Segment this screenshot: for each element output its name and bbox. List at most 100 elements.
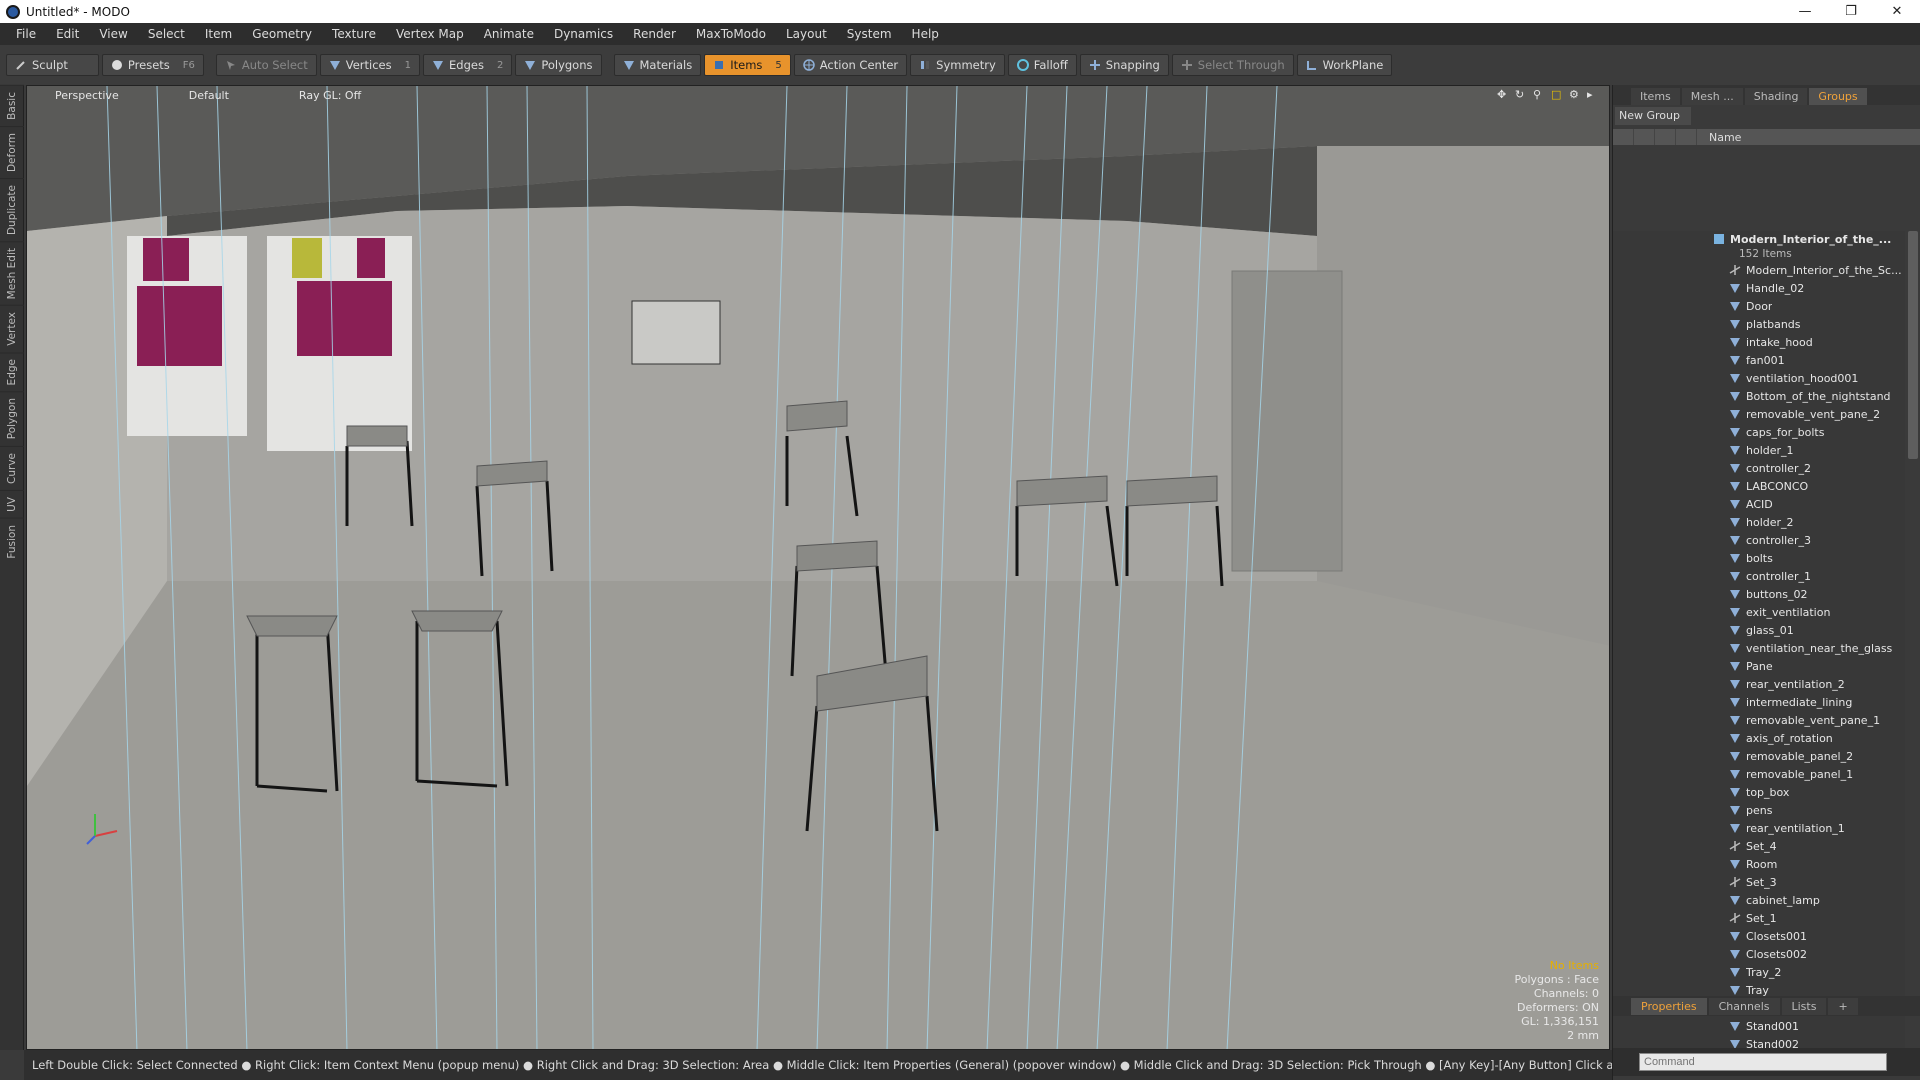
tree-item[interactable]: Set_1 [1613, 909, 1905, 927]
new-group-button[interactable]: New Group [1615, 107, 1691, 125]
menu-view[interactable]: View [89, 27, 137, 41]
tree-item[interactable]: caps_for_bolts [1613, 423, 1905, 441]
menu-maxtomodo[interactable]: MaxToModo [686, 27, 776, 41]
tree-item[interactable]: holder_2 [1613, 513, 1905, 531]
fit-icon[interactable]: □ [1551, 88, 1563, 101]
menu-select[interactable]: Select [138, 27, 195, 41]
3d-viewport[interactable]: Perspective Default Ray GL: Off ✥ ↻ ⚲ □ … [26, 85, 1610, 1050]
tree-item[interactable]: removable_vent_pane_2 [1613, 405, 1905, 423]
tree-item[interactable]: pens [1613, 801, 1905, 819]
tab-vertex[interactable]: Vertex [0, 305, 24, 352]
view-mode-dropdown[interactable]: Perspective [55, 89, 119, 102]
menu-vertex-map[interactable]: Vertex Map [386, 27, 474, 41]
tree-item[interactable]: Stand001 [1613, 1017, 1905, 1035]
tree-item[interactable]: Closets001 [1613, 927, 1905, 945]
tab-mesh[interactable]: Mesh ... [1681, 88, 1743, 105]
tree-item[interactable]: Tray_2 [1613, 963, 1905, 981]
tab-duplicate[interactable]: Duplicate [0, 177, 24, 241]
tree-item[interactable]: buttons_02 [1613, 585, 1905, 603]
action-center-button[interactable]: Action Center [793, 54, 908, 76]
menu-geometry[interactable]: Geometry [242, 27, 322, 41]
render-column-icon[interactable] [1634, 129, 1655, 145]
tree-item[interactable]: axis_of_rotation [1613, 729, 1905, 747]
workplane-button[interactable]: WorkPlane [1296, 54, 1393, 76]
tab-mesh-edit[interactable]: Mesh Edit [0, 240, 24, 306]
tree-item[interactable]: Pane [1613, 657, 1905, 675]
tree-item[interactable]: glass_01 [1613, 621, 1905, 639]
minimize-button[interactable]: — [1782, 0, 1828, 23]
settings-icon[interactable]: ⚙ [1569, 88, 1581, 101]
add-tab-button[interactable]: + [1828, 997, 1858, 1015]
tab-curve[interactable]: Curve [0, 445, 24, 490]
restore-button[interactable]: ❐ [1828, 0, 1874, 23]
tab-properties[interactable]: Properties [1631, 997, 1707, 1015]
auto-select-button[interactable]: Auto Select [215, 54, 317, 76]
tree-item[interactable]: rear_ventilation_1 [1613, 819, 1905, 837]
tree-item[interactable]: controller_1 [1613, 567, 1905, 585]
tree-item[interactable]: ACID [1613, 495, 1905, 513]
tab-lists[interactable]: Lists [1781, 997, 1827, 1015]
tab-edge[interactable]: Edge [0, 351, 24, 392]
pan-icon[interactable]: ✥ [1497, 88, 1509, 101]
tree-item[interactable]: controller_3 [1613, 531, 1905, 549]
tree-item[interactable]: Modern_Interior_of_the_Sc... [1613, 261, 1905, 279]
edges-button[interactable]: Edges 2 [423, 54, 513, 76]
tab-channels[interactable]: Channels [1708, 997, 1780, 1015]
symmetry-button[interactable]: Symmetry [910, 54, 1005, 76]
tree-item[interactable]: bolts [1613, 549, 1905, 567]
menu-file[interactable]: File [6, 27, 46, 41]
select-through-button[interactable]: Select Through [1171, 54, 1294, 76]
polygons-button[interactable]: Polygons [515, 54, 602, 76]
tree-item[interactable]: exit_ventilation [1613, 603, 1905, 621]
tab-shading[interactable]: Shading [1744, 88, 1808, 105]
menu-render[interactable]: Render [623, 27, 686, 41]
expand-icon[interactable]: ▸ [1587, 88, 1599, 101]
snapping-button[interactable]: Snapping [1079, 54, 1169, 76]
tab-items[interactable]: Items [1631, 88, 1680, 105]
tree-item[interactable]: rear_ventilation_2 [1613, 675, 1905, 693]
name-column-header[interactable]: Name [1697, 131, 1741, 144]
menu-animate[interactable]: Animate [474, 27, 544, 41]
tree-item[interactable]: removable_panel_2 [1613, 747, 1905, 765]
menu-layout[interactable]: Layout [776, 27, 837, 41]
tab-groups[interactable]: Groups [1809, 88, 1867, 105]
raygl-toggle[interactable]: Ray GL: Off [299, 89, 361, 102]
tree-item[interactable]: Handle_02 [1613, 279, 1905, 297]
tree-item[interactable]: ventilation_near_the_glass [1613, 639, 1905, 657]
items-button[interactable]: Items 5 [704, 54, 791, 76]
tree-scrollbar[interactable] [1908, 231, 1918, 459]
menu-system[interactable]: System [837, 27, 902, 41]
lock-column-icon[interactable] [1655, 129, 1676, 145]
presets-button[interactable]: Presets F6 [101, 54, 204, 76]
tree-item[interactable]: intake_hood [1613, 333, 1905, 351]
shading-dropdown[interactable]: Default [189, 89, 229, 102]
materials-button[interactable]: Materials [613, 54, 702, 76]
tab-basic[interactable]: Basic [0, 85, 24, 126]
tree-item[interactable]: controller_2 [1613, 459, 1905, 477]
tree-item[interactable]: Set_4 [1613, 837, 1905, 855]
falloff-button[interactable]: Falloff [1007, 54, 1077, 76]
select-column-icon[interactable] [1676, 129, 1697, 145]
tree-item[interactable]: intermediate_lining [1613, 693, 1905, 711]
tab-polygon[interactable]: Polygon [0, 391, 24, 446]
tree-item[interactable]: fan001 [1613, 351, 1905, 369]
rotate-icon[interactable]: ↻ [1515, 88, 1527, 101]
tree-item[interactable]: top_box [1613, 783, 1905, 801]
tab-uv[interactable]: UV [0, 489, 24, 518]
tree-item[interactable]: platbands [1613, 315, 1905, 333]
menu-item[interactable]: Item [195, 27, 242, 41]
tree-item[interactable]: Room [1613, 855, 1905, 873]
close-button[interactable]: ✕ [1874, 0, 1920, 23]
command-input[interactable] [1639, 1053, 1887, 1071]
tree-item[interactable]: Closets002 [1613, 945, 1905, 963]
tree-item[interactable]: ventilation_hood001 [1613, 369, 1905, 387]
tree-item[interactable]: cabinet_lamp [1613, 891, 1905, 909]
tab-fusion[interactable]: Fusion [0, 517, 24, 565]
visibility-column-icon[interactable] [1613, 129, 1634, 145]
tree-item[interactable]: holder_1 [1613, 441, 1905, 459]
tree-item[interactable]: Set_3 [1613, 873, 1905, 891]
menu-dynamics[interactable]: Dynamics [544, 27, 623, 41]
menu-edit[interactable]: Edit [46, 27, 89, 41]
tree-item[interactable]: removable_vent_pane_1 [1613, 711, 1905, 729]
tab-deform[interactable]: Deform [0, 125, 24, 178]
